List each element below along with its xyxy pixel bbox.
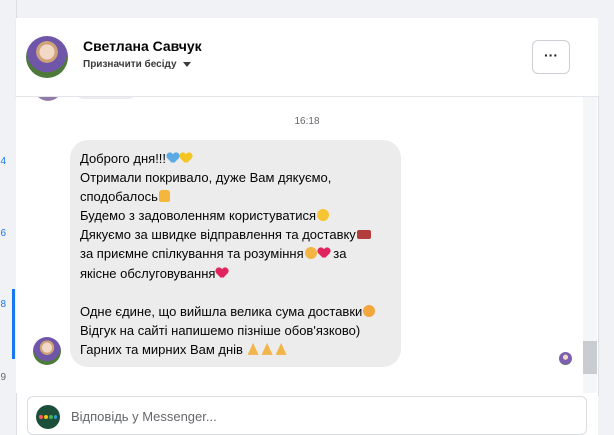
conversation-header: Светлана Савчук Призначити бесіду ··· — [16, 18, 598, 97]
contact-avatar[interactable] — [26, 36, 68, 78]
caret-down-icon — [182, 61, 191, 67]
message-thread: 16:18 Доброго дня!!! Отримали покривало,… — [16, 97, 598, 393]
selected-conversation-indicator — [12, 289, 15, 359]
blue-heart-icon — [167, 153, 179, 164]
thumbs-up-icon — [158, 190, 170, 203]
assign-conversation-label: Призначити бесіду — [83, 59, 177, 70]
message-line: Дякуємо за швидке відправлення та достав… — [80, 225, 395, 244]
message-line: Гарних та мирних Вам днів — [80, 340, 395, 359]
message-line: Отримали покривало, дуже Вам дякуємо, — [80, 170, 332, 186]
more-options-button[interactable]: ··· — [532, 40, 570, 74]
unread-count-badge[interactable]: 9 — [0, 372, 6, 384]
praying-hands-icon — [247, 342, 259, 355]
message-line: Будемо з задоволенням користуватися — [80, 206, 395, 225]
message-timestamp: 16:18 — [294, 116, 320, 127]
read-receipt-avatar — [559, 352, 572, 365]
message-line: за приємне спілкування та розуміння за — [80, 246, 347, 262]
messenger-icon — [36, 405, 60, 429]
sad-face-icon — [363, 304, 376, 317]
unread-count-badge[interactable]: 4 — [0, 156, 6, 168]
yellow-heart-icon — [180, 153, 192, 164]
unread-count-badge[interactable]: 8 — [0, 299, 6, 311]
reply-input-placeholder[interactable]: Відповідь у Messenger... — [71, 409, 217, 424]
message-line: Відгук на сайті напишемо пізніше обов'яз… — [80, 322, 361, 338]
message-line: Одне єдине, що вийшла велика сума достав… — [80, 302, 395, 321]
previous-message-bubble — [74, 97, 138, 99]
hug-face-icon — [304, 247, 317, 260]
unread-count-badge[interactable]: 6 — [0, 228, 6, 240]
praying-hands-icon — [275, 342, 287, 355]
message-line: Доброго дня!!! — [80, 149, 395, 168]
assign-conversation-dropdown[interactable]: Призначити бесіду — [83, 59, 191, 70]
sender-avatar[interactable] — [33, 337, 61, 365]
red-heart-icon — [216, 268, 228, 279]
smiley-icon — [317, 209, 330, 222]
top-bar-strip — [16, 0, 614, 18]
message-line: сподобалось — [80, 187, 395, 206]
reply-composer[interactable]: Відповідь у Messenger... — [27, 396, 587, 435]
right-panel-edge — [598, 0, 614, 435]
conversation-list-edge: 4 6 8 9 — [0, 0, 17, 435]
praying-hands-icon — [261, 342, 273, 355]
red-heart-icon — [318, 248, 330, 259]
contact-name[interactable]: Светлана Савчук — [83, 38, 202, 54]
message-line: якісне обслуговування — [80, 264, 395, 283]
truck-icon — [356, 230, 371, 240]
incoming-message-bubble[interactable]: Доброго дня!!! Отримали покривало, дуже … — [70, 140, 401, 367]
previous-sender-avatar — [34, 97, 62, 101]
scrollbar-thumb[interactable] — [583, 341, 597, 374]
